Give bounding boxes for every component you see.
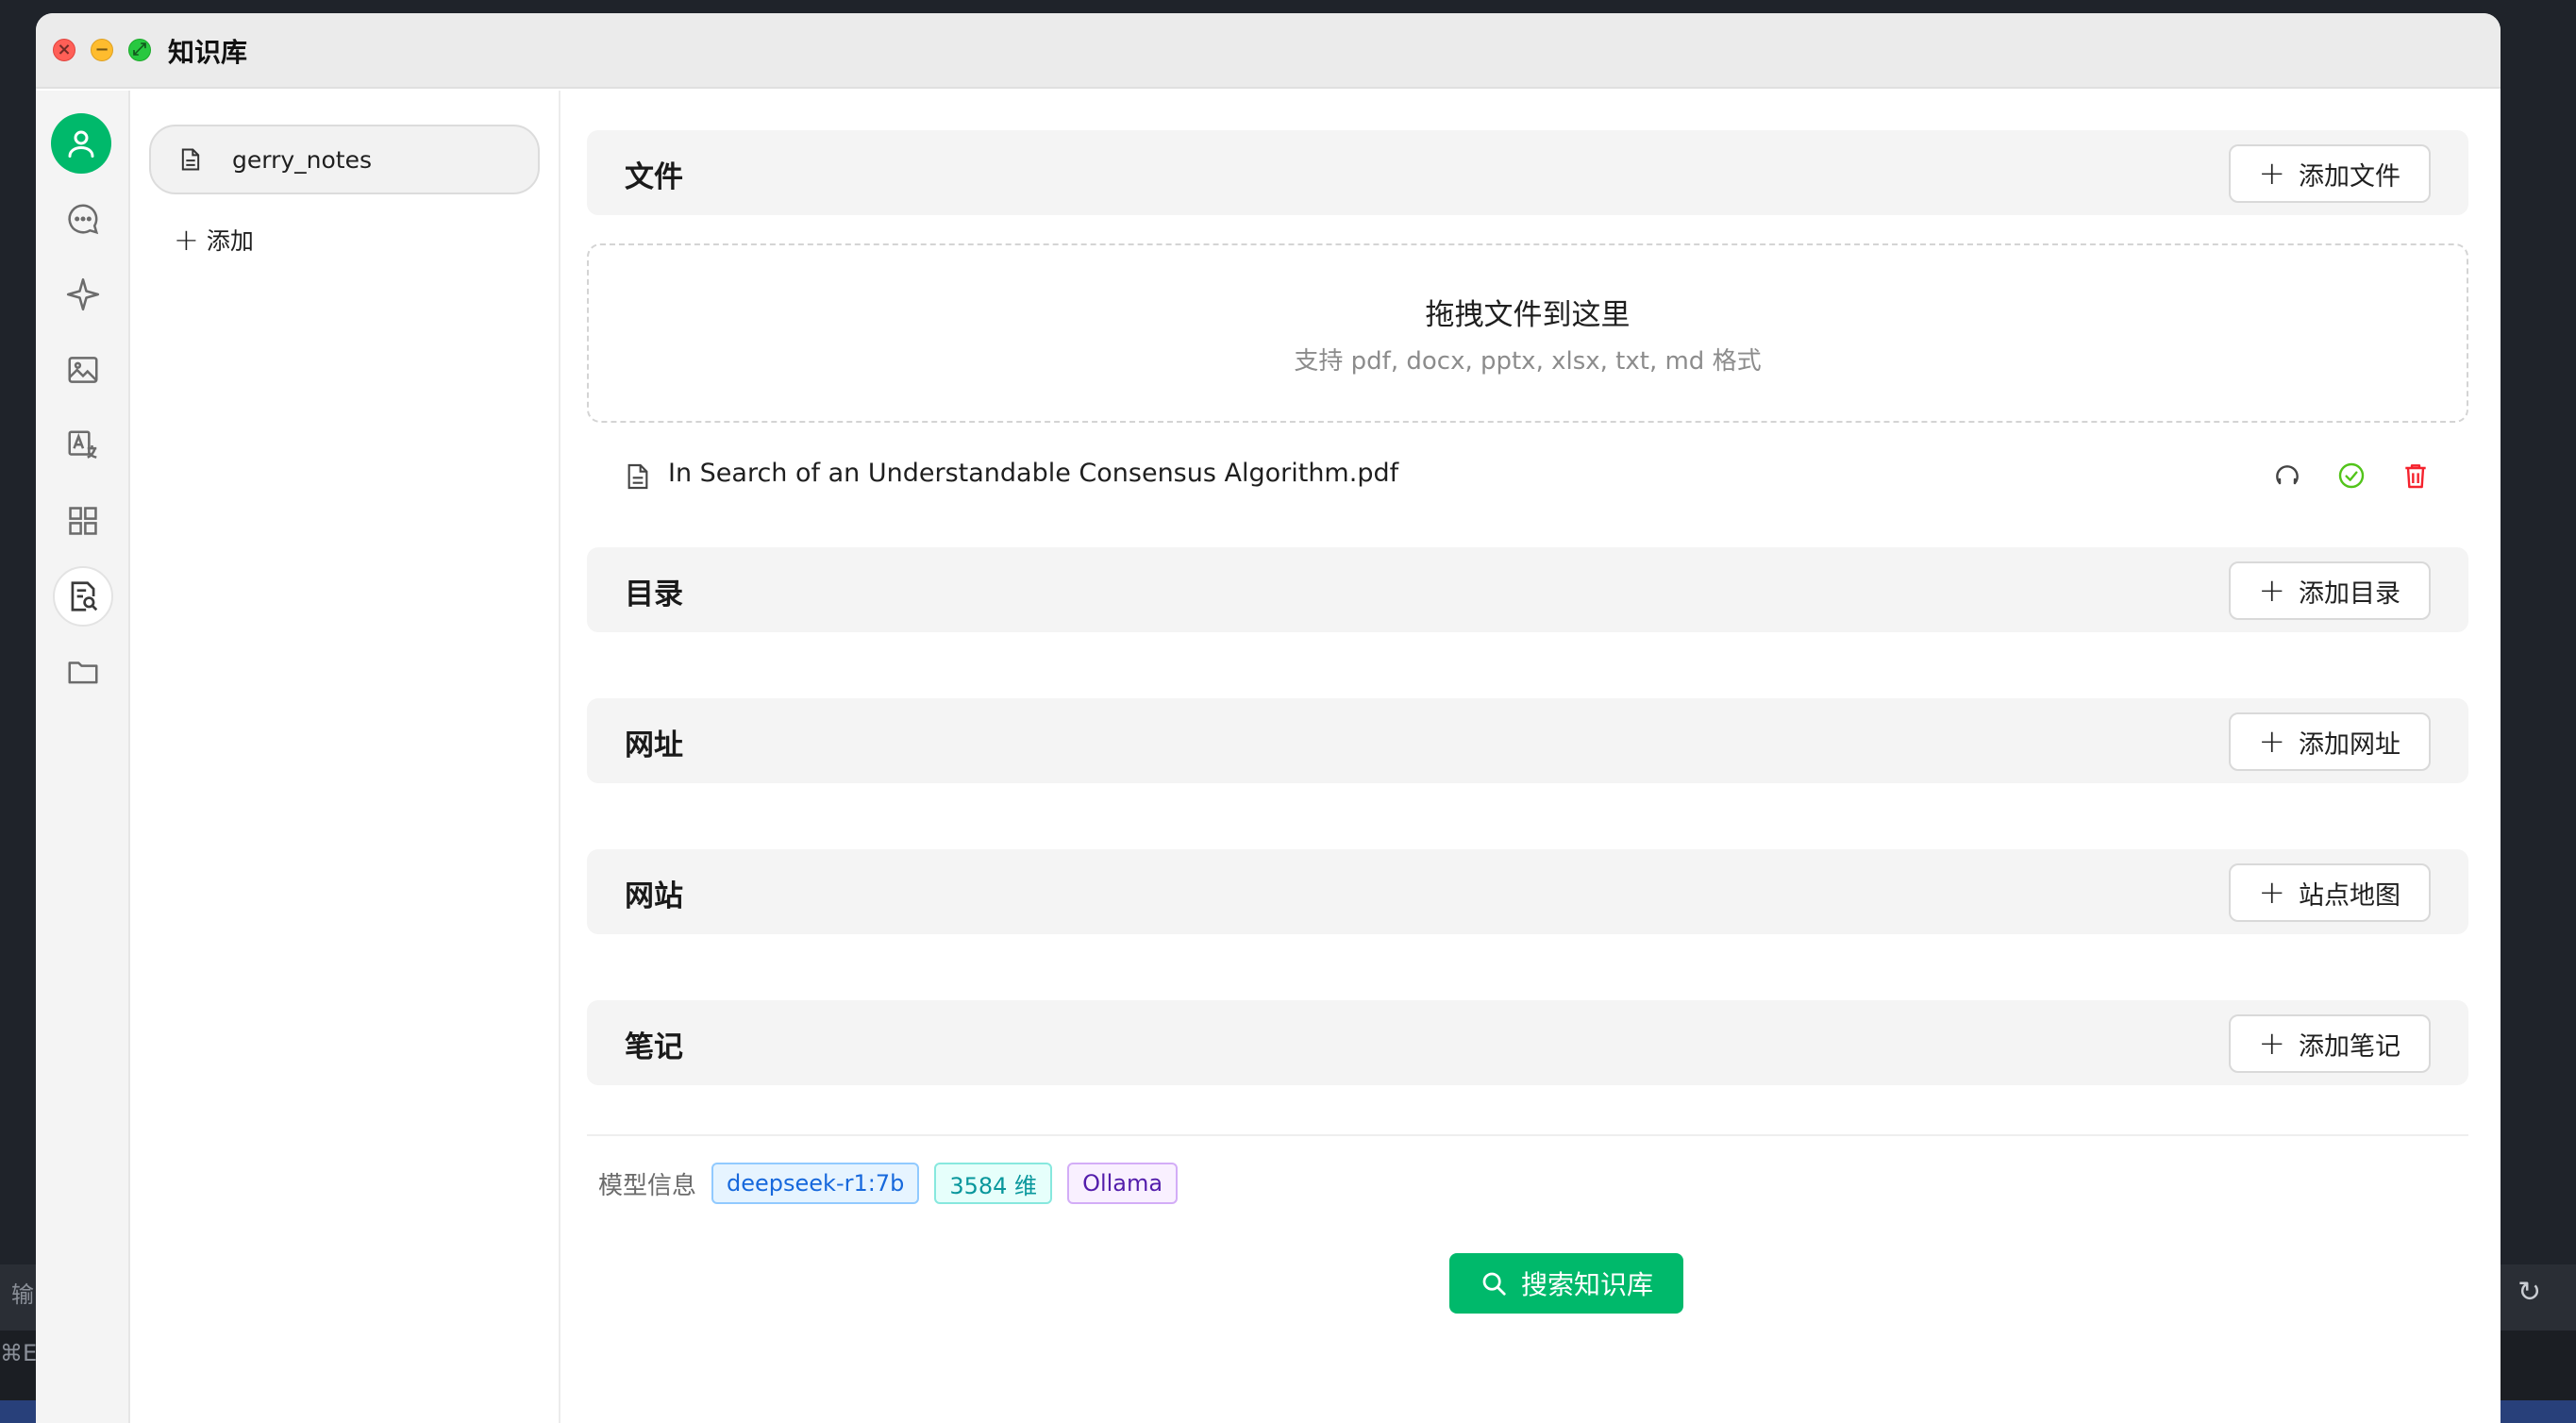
add-file-label: 添加文件 — [2299, 161, 2400, 192]
file-list-item: In Search of an Understandable Consensus… — [587, 440, 2468, 511]
search-knowledge-base-button[interactable]: 搜索知识库 — [1449, 1253, 1683, 1314]
urls-section-header: 网址 + 添加网址 — [587, 698, 2468, 783]
fullscreen-window-button[interactable]: ⤢ — [128, 39, 151, 61]
minimize-window-button[interactable]: − — [91, 39, 113, 61]
provider-tag: Ollama — [1067, 1163, 1179, 1204]
notes-section-header: 笔记 + 添加笔记 — [587, 1000, 2468, 1085]
knowledge-base-content: 文件 + 添加文件 拖拽文件到这里 支持 pdf, docx, pptx, xl… — [562, 91, 2501, 1423]
rail-apps[interactable] — [53, 491, 113, 551]
knowledge-base-name: gerry_notes — [232, 145, 373, 174]
add-knowledge-base-button[interactable]: + 添加 — [174, 223, 254, 257]
fullscreen-icon: ⤢ — [132, 40, 147, 59]
delete-file-button[interactable] — [2399, 459, 2433, 493]
plus-icon: + — [2258, 874, 2286, 912]
plus-icon: + — [2258, 723, 2286, 761]
directories-section-title: 目录 — [625, 578, 683, 611]
plus-icon: + — [2258, 155, 2286, 193]
file-dropzone[interactable]: 拖拽文件到这里 支持 pdf, docx, pptx, xlsx, txt, m… — [587, 243, 2468, 423]
plus-icon: + — [174, 222, 199, 258]
grid-icon — [69, 507, 97, 535]
plus-icon: + — [2258, 572, 2286, 610]
sparkle-icon — [66, 277, 100, 311]
add-note-label: 添加笔记 — [2299, 1031, 2400, 1062]
model-info: 模型信息 deepseek-r1:7b 3584 维 Ollama — [598, 1163, 1179, 1204]
document-search-icon — [71, 581, 98, 611]
search-icon — [1482, 1272, 1506, 1296]
icon-rail — [36, 91, 130, 1423]
file-processed-status — [2334, 459, 2368, 493]
rail-translate[interactable] — [53, 415, 113, 476]
websites-section-title: 网站 — [625, 879, 683, 913]
background-refresh-icon: ↻ — [2517, 1276, 2542, 1309]
close-window-button[interactable]: × — [53, 39, 75, 61]
trash-icon — [2405, 464, 2426, 489]
check-circle-icon — [2338, 462, 2365, 489]
knowledge-base-item[interactable]: gerry_notes — [149, 125, 540, 194]
model-info-label: 模型信息 — [598, 1171, 697, 1200]
user-avatar[interactable] — [51, 113, 111, 174]
rail-knowledge-base[interactable] — [53, 566, 113, 627]
title-bar: × − ⤢ 知识库 — [36, 13, 2501, 89]
add-knowledge-base-label: 添加 — [206, 227, 254, 255]
folder-icon — [68, 661, 98, 684]
refresh-file-button[interactable] — [2270, 459, 2304, 493]
dropzone-title: 拖拽文件到这里 — [1425, 298, 1631, 332]
refresh-icon — [2276, 465, 2299, 485]
rail-agents[interactable] — [53, 264, 113, 325]
document-icon — [176, 144, 206, 175]
files-section-header: 文件 + 添加文件 — [587, 130, 2468, 215]
background-text: 输 — [11, 1281, 34, 1308]
chat-bubble-icon — [68, 204, 99, 235]
add-directory-button[interactable]: + 添加目录 — [2228, 561, 2431, 620]
background-text-shortcut: ⌘E — [0, 1340, 38, 1366]
knowledge-base-list: gerry_notes + 添加 — [130, 91, 560, 1423]
file-name: In Search of an Understandable Consensus… — [668, 459, 1399, 488]
translate-icon — [68, 430, 97, 459]
websites-section-header: 网站 + 站点地图 — [587, 849, 2468, 934]
minimize-icon: − — [94, 40, 109, 59]
add-note-button[interactable]: + 添加笔记 — [2228, 1014, 2431, 1073]
sitemap-label: 站点地图 — [2299, 880, 2400, 911]
sitemap-button[interactable]: + 站点地图 — [2228, 863, 2431, 922]
app-window: × − ⤢ 知识库 gerry_notes + 添加 文件 + 添加文件 拖拽文… — [36, 13, 2501, 1423]
directories-section-header: 目录 + 添加目录 — [587, 547, 2468, 632]
files-section-title: 文件 — [625, 160, 683, 194]
image-icon — [68, 357, 98, 383]
model-name-tag: deepseek-r1:7b — [711, 1163, 920, 1204]
notes-section-title: 笔记 — [625, 1030, 683, 1064]
add-directory-label: 添加目录 — [2299, 578, 2400, 609]
user-icon — [68, 130, 94, 158]
add-url-button[interactable]: + 添加网址 — [2228, 712, 2431, 771]
dimensions-tag: 3584 维 — [934, 1163, 1053, 1204]
add-file-button[interactable]: + 添加文件 — [2228, 144, 2431, 203]
dropzone-subtitle: 支持 pdf, docx, pptx, xlsx, txt, md 格式 — [1294, 347, 1762, 376]
rail-chat[interactable] — [53, 189, 113, 249]
window-title: 知识库 — [168, 37, 248, 68]
rail-files[interactable] — [53, 642, 113, 702]
rail-images[interactable] — [53, 340, 113, 400]
document-icon — [627, 463, 648, 490]
divider — [587, 1134, 2468, 1136]
add-url-label: 添加网址 — [2299, 729, 2400, 760]
plus-icon: + — [2258, 1025, 2286, 1063]
search-knowledge-base-label: 搜索知识库 — [1520, 1269, 1653, 1300]
close-icon: × — [57, 40, 72, 59]
urls-section-title: 网址 — [625, 728, 683, 762]
